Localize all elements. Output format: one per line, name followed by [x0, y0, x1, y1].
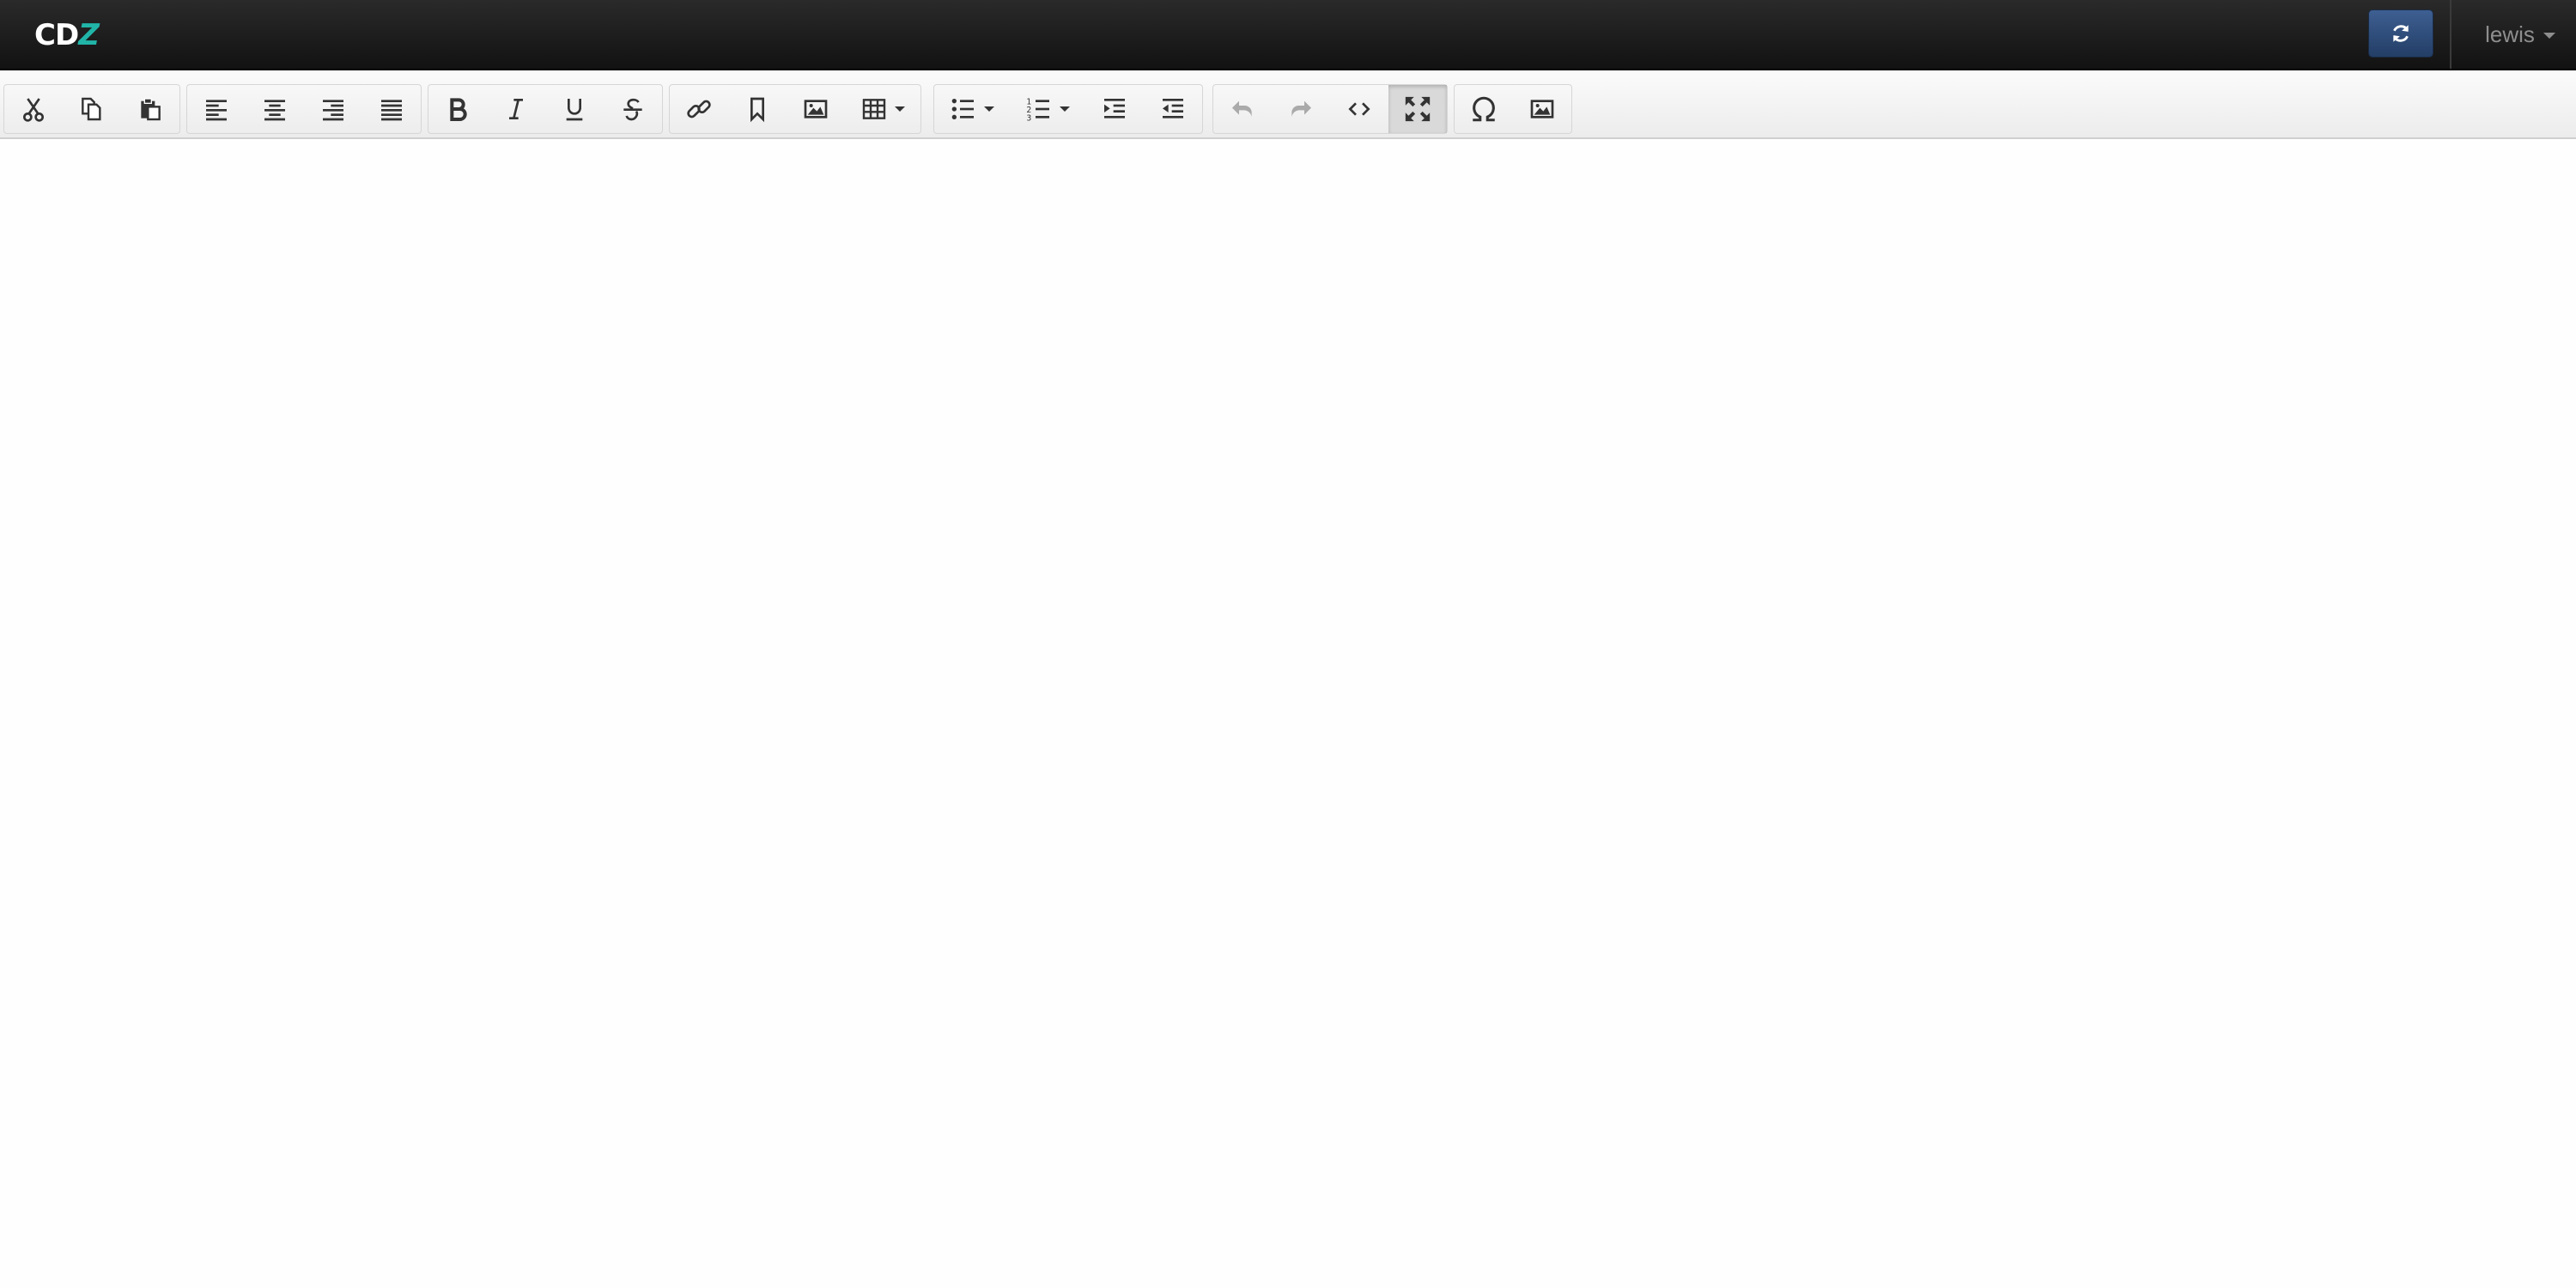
align-right-button[interactable]	[304, 85, 362, 133]
redo-button[interactable]	[1272, 85, 1330, 133]
editor-toolbar: 1 2 3	[0, 70, 2576, 139]
top-navbar: CDZ lewis	[0, 0, 2576, 70]
chevron-down-icon	[895, 106, 905, 112]
outdent-button[interactable]	[1144, 85, 1202, 133]
paste-button[interactable]	[121, 85, 179, 133]
align-left-icon	[206, 100, 227, 121]
insert-image-button[interactable]	[1513, 85, 1571, 133]
strikethrough-button[interactable]	[604, 85, 662, 133]
bullet-list-button[interactable]	[934, 85, 1010, 133]
table-icon	[862, 99, 886, 119]
toolbar-group-special	[1454, 84, 1572, 134]
italic-icon	[509, 99, 523, 119]
bold-button[interactable]	[428, 85, 487, 133]
user-name: lewis	[2485, 21, 2535, 47]
paste-icon	[141, 98, 161, 121]
image-button[interactable]	[787, 85, 845, 133]
chevron-down-icon	[984, 106, 994, 112]
indent-icon	[1104, 99, 1125, 118]
bookmark-icon	[750, 97, 764, 123]
chevron-down-icon	[1060, 106, 1070, 112]
image-icon	[1530, 100, 1554, 118]
refresh-icon	[2393, 25, 2409, 42]
user-menu[interactable]: lewis	[2464, 0, 2576, 69]
bullet-list-icon	[951, 99, 974, 119]
chevron-down-icon	[2543, 32, 2555, 39]
toolbar-group-insert	[669, 84, 921, 134]
align-center-icon	[264, 100, 285, 121]
align-center-button[interactable]	[246, 85, 304, 133]
underline-button[interactable]	[545, 85, 604, 133]
redo-icon	[1291, 100, 1311, 118]
align-justify-icon	[381, 100, 402, 121]
fullscreen-button[interactable]	[1388, 85, 1447, 133]
app-logo[interactable]: CDZ	[34, 18, 100, 52]
cut-button[interactable]	[4, 85, 63, 133]
source-code-button[interactable]	[1330, 85, 1388, 133]
align-justify-button[interactable]	[362, 85, 421, 133]
svg-text:3: 3	[1026, 113, 1031, 123]
underline-icon	[566, 99, 583, 121]
copy-icon	[82, 97, 101, 121]
fullscreen-icon	[1405, 96, 1431, 122]
toolbar-group-formatting	[428, 84, 663, 134]
refresh-button[interactable]	[2368, 9, 2433, 58]
toolbar-group-history	[1212, 84, 1448, 134]
toolbar-group-clipboard	[3, 84, 180, 134]
editor-content-area[interactable]	[0, 139, 2576, 1288]
source-code-icon	[1348, 102, 1370, 116]
numbered-list-icon: 1 2 3	[1026, 98, 1049, 123]
logo-text: CD	[34, 18, 79, 52]
navbar-divider	[2450, 0, 2451, 69]
omega-icon	[1473, 96, 1495, 122]
undo-icon	[1232, 100, 1252, 118]
cut-icon	[22, 98, 44, 122]
bold-icon	[450, 98, 467, 121]
toolbar-group-alignment	[186, 84, 422, 134]
numbered-list-button[interactable]: 1 2 3	[1010, 85, 1085, 133]
toolbar-group-lists: 1 2 3	[933, 84, 1203, 134]
outdent-icon	[1163, 99, 1183, 118]
special-character-button[interactable]	[1455, 85, 1513, 133]
link-button[interactable]	[670, 85, 728, 133]
logo-accent-text: Z	[78, 18, 100, 52]
bookmark-button[interactable]	[728, 85, 787, 133]
indent-button[interactable]	[1085, 85, 1144, 133]
align-left-button[interactable]	[187, 85, 246, 133]
align-right-icon	[323, 100, 343, 121]
image-icon	[804, 100, 828, 118]
table-button[interactable]	[845, 85, 920, 133]
strikethrough-icon	[623, 98, 642, 121]
link-icon	[687, 100, 711, 118]
copy-button[interactable]	[63, 85, 121, 133]
italic-button[interactable]	[487, 85, 545, 133]
undo-button[interactable]	[1213, 85, 1272, 133]
